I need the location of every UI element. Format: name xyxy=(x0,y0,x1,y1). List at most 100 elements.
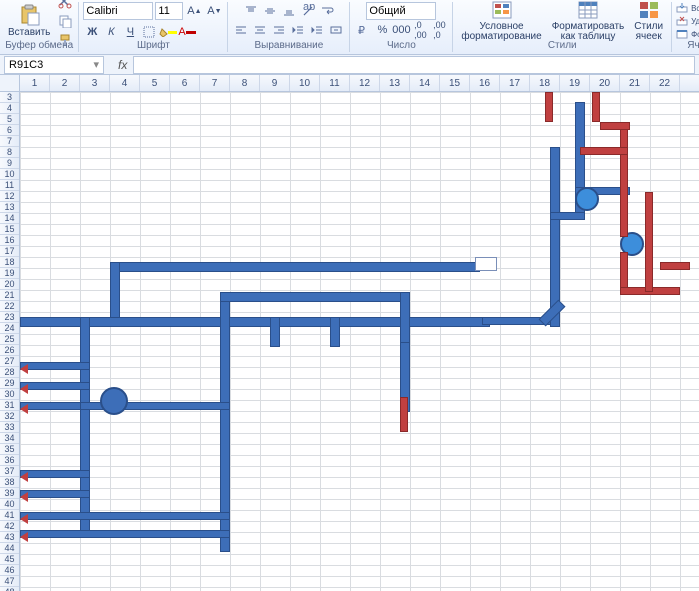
column-header[interactable]: 15 xyxy=(440,75,470,91)
row-header[interactable]: 14 xyxy=(0,213,19,224)
conditional-format-button[interactable]: Условное форматирование xyxy=(457,0,545,44)
format-cells-button[interactable]: Формат▾ xyxy=(676,28,699,40)
increase-indent-button[interactable] xyxy=(308,21,326,39)
align-right-button[interactable] xyxy=(270,21,288,39)
row-header[interactable]: 47 xyxy=(0,576,19,587)
merge-button[interactable] xyxy=(327,21,345,39)
row-header[interactable]: 28 xyxy=(0,367,19,378)
row-header[interactable]: 9 xyxy=(0,158,19,169)
cell-styles-button[interactable]: Стили ячеек xyxy=(630,0,667,44)
currency-button[interactable]: ₽ xyxy=(354,21,372,39)
row-header[interactable]: 40 xyxy=(0,499,19,510)
row-header[interactable]: 29 xyxy=(0,378,19,389)
row-header[interactable]: 8 xyxy=(0,147,19,158)
column-header[interactable]: 21 xyxy=(620,75,650,91)
row-header[interactable]: 46 xyxy=(0,565,19,576)
column-header[interactable]: 6 xyxy=(170,75,200,91)
column-header[interactable]: 8 xyxy=(230,75,260,91)
column-header[interactable]: 14 xyxy=(410,75,440,91)
align-left-button[interactable] xyxy=(232,21,250,39)
row-header[interactable]: 20 xyxy=(0,279,19,290)
row-header[interactable]: 24 xyxy=(0,323,19,334)
row-header[interactable]: 10 xyxy=(0,169,19,180)
row-header[interactable]: 12 xyxy=(0,191,19,202)
row-header[interactable]: 22 xyxy=(0,301,19,312)
name-box[interactable]: R91C3▾ xyxy=(4,56,104,74)
font-name-select[interactable] xyxy=(83,2,153,20)
formula-bar[interactable] xyxy=(133,56,695,74)
cut-button[interactable] xyxy=(56,0,74,11)
row-header[interactable]: 48 xyxy=(0,587,19,591)
row-header[interactable]: 19 xyxy=(0,268,19,279)
fill-color-button[interactable] xyxy=(159,23,177,41)
select-all-corner[interactable] xyxy=(0,75,20,91)
format-as-table-button[interactable]: Форматировать как таблицу xyxy=(548,0,629,44)
increase-decimal-button[interactable]: ,0,00 xyxy=(411,21,429,39)
cells-area[interactable] xyxy=(20,92,699,591)
align-middle-button[interactable] xyxy=(261,2,279,20)
row-header[interactable]: 34 xyxy=(0,433,19,444)
align-top-button[interactable] xyxy=(242,2,260,20)
italic-button[interactable]: К xyxy=(102,23,120,41)
row-header[interactable]: 44 xyxy=(0,543,19,554)
paste-button[interactable]: Вставить xyxy=(4,2,54,40)
row-header[interactable]: 26 xyxy=(0,345,19,356)
copy-button[interactable] xyxy=(56,12,74,30)
row-header[interactable]: 3 xyxy=(0,92,19,103)
row-header[interactable]: 32 xyxy=(0,411,19,422)
row-header[interactable]: 4 xyxy=(0,103,19,114)
bold-button[interactable]: Ж xyxy=(83,23,101,41)
decrease-indent-button[interactable] xyxy=(289,21,307,39)
row-header[interactable]: 21 xyxy=(0,290,19,301)
shrink-font-button[interactable]: A▼ xyxy=(205,2,223,20)
column-header[interactable]: 10 xyxy=(290,75,320,91)
font-color-button[interactable]: A xyxy=(178,23,196,41)
grow-font-button[interactable]: A▲ xyxy=(185,2,203,20)
wrap-text-button[interactable] xyxy=(318,2,336,20)
row-header[interactable]: 16 xyxy=(0,235,19,246)
column-header[interactable]: 1 xyxy=(20,75,50,91)
row-header[interactable]: 7 xyxy=(0,136,19,147)
align-center-button[interactable] xyxy=(251,21,269,39)
column-header[interactable]: 3 xyxy=(80,75,110,91)
row-header[interactable]: 13 xyxy=(0,202,19,213)
number-format-select[interactable] xyxy=(366,2,436,20)
row-header[interactable]: 25 xyxy=(0,334,19,345)
row-header[interactable]: 30 xyxy=(0,389,19,400)
insert-cells-button[interactable]: Вставить▾ xyxy=(676,2,699,14)
row-header[interactable]: 45 xyxy=(0,554,19,565)
row-header[interactable]: 23 xyxy=(0,312,19,323)
border-button[interactable] xyxy=(140,23,158,41)
delete-cells-button[interactable]: Удалить▾ xyxy=(676,15,699,27)
column-header[interactable]: 13 xyxy=(380,75,410,91)
row-header[interactable]: 5 xyxy=(0,114,19,125)
fx-icon[interactable]: fx xyxy=(118,58,127,72)
row-header[interactable]: 18 xyxy=(0,257,19,268)
row-header[interactable]: 36 xyxy=(0,455,19,466)
column-header[interactable]: 2 xyxy=(50,75,80,91)
column-header[interactable]: 16 xyxy=(470,75,500,91)
comma-button[interactable]: 000 xyxy=(392,21,410,39)
decrease-decimal-button[interactable]: ,00,0 xyxy=(430,21,448,39)
column-header[interactable]: 4 xyxy=(110,75,140,91)
column-header[interactable]: 5 xyxy=(140,75,170,91)
row-header[interactable]: 35 xyxy=(0,444,19,455)
row-header[interactable]: 43 xyxy=(0,532,19,543)
row-header[interactable]: 15 xyxy=(0,224,19,235)
row-header[interactable]: 17 xyxy=(0,246,19,257)
font-size-select[interactable] xyxy=(155,2,183,20)
row-header[interactable]: 38 xyxy=(0,477,19,488)
row-header[interactable]: 33 xyxy=(0,422,19,433)
column-header[interactable]: 20 xyxy=(590,75,620,91)
column-header[interactable]: 19 xyxy=(560,75,590,91)
underline-button[interactable]: Ч xyxy=(121,23,139,41)
row-header[interactable]: 39 xyxy=(0,488,19,499)
row-header[interactable]: 11 xyxy=(0,180,19,191)
row-header[interactable]: 41 xyxy=(0,510,19,521)
row-header[interactable]: 42 xyxy=(0,521,19,532)
column-header[interactable]: 11 xyxy=(320,75,350,91)
row-header[interactable]: 31 xyxy=(0,400,19,411)
row-header[interactable]: 37 xyxy=(0,466,19,477)
column-header[interactable]: 17 xyxy=(500,75,530,91)
row-header[interactable]: 6 xyxy=(0,125,19,136)
